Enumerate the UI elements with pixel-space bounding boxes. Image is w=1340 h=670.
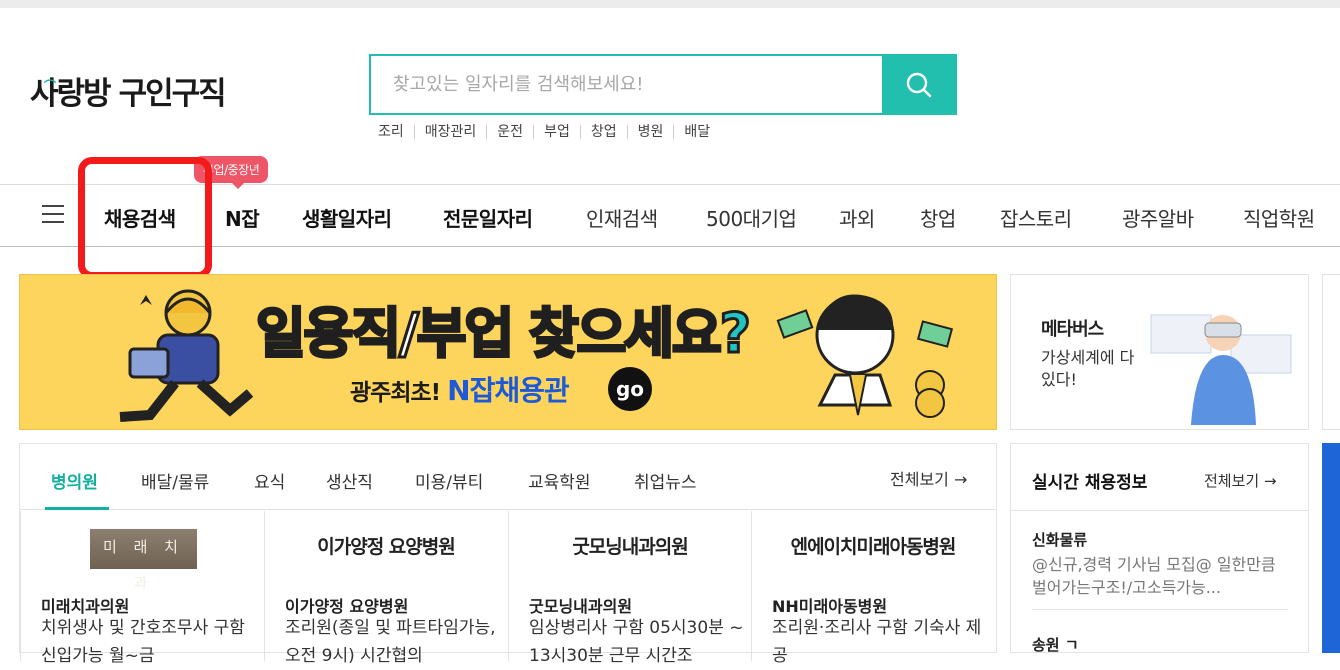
banner-title: 일용직/부업 찾으세요? — [254, 289, 752, 368]
card-desc: 임상병리사 구함 05시30분 ~ 13시30분 근무 시간조 — [529, 618, 744, 666]
card-logo: 굿모닝내과의원 — [572, 536, 688, 558]
search-icon — [906, 72, 931, 97]
card-desc: 치위생사 및 간호조무사 구함 신입가능 월~금 — [41, 618, 245, 666]
realtime-company[interactable]: 송원 ㄱ — [1032, 634, 1079, 655]
tab-production[interactable]: 생산직 — [326, 468, 373, 493]
quick-link[interactable]: 병원 — [626, 125, 674, 139]
view-all-link[interactable]: 전체보기 → — [890, 466, 967, 490]
realtime-desc[interactable]: @신규,경력 기사님 모집@ 일한만큼 벌어가는구조!/고소득가능... — [1032, 553, 1292, 599]
main-banner[interactable]: 일용직/부업 찾으세요? 광주최초! N잡채용관 go — [19, 274, 997, 430]
right-edge-banner — [1322, 274, 1340, 430]
wifi-icon: ⌒ — [44, 79, 56, 93]
job-card[interactable]: 미 래 치 과 미래치과의원 치위생사 및 간호조무사 구함 신입가능 월~금 — [20, 511, 263, 666]
quick-link[interactable]: 부업 — [533, 125, 580, 139]
banner-sub-prefix: 광주최초! — [350, 380, 441, 406]
side-banner-desc: 가상세계에 다 있다! — [1041, 348, 1135, 389]
site-logo[interactable]: ⌒ 사랑방 구인구직 — [30, 58, 227, 114]
banner-title-part1: 일용직/부업 — [254, 301, 515, 367]
side-banner-metaverse[interactable]: 메타버스 가상세계에 다 있다! — [1010, 274, 1309, 430]
nav-item-gwangju-alba[interactable]: 광주알바 — [1122, 203, 1194, 232]
nav-item-job-story[interactable]: 잡스토리 — [1000, 203, 1072, 232]
logo-text-2: 구인구직 — [118, 76, 227, 112]
nav-item-pro-jobs[interactable]: 전문일자리 — [443, 203, 533, 232]
logo-text: ⌒ 사랑방 구인구직 — [30, 74, 227, 114]
divider — [1011, 510, 1308, 511]
nav-item-top500[interactable]: 500대기업 — [706, 203, 797, 232]
nav-item-life-jobs[interactable]: 생활일자리 — [302, 203, 392, 232]
quick-link[interactable]: 운전 — [486, 125, 533, 139]
realtime-title: 실시간 채용정보 — [1032, 473, 1148, 493]
divider — [1032, 609, 1288, 610]
nav-item-tutoring[interactable]: 과외 — [839, 203, 875, 232]
quick-link[interactable]: 배달 — [673, 125, 720, 139]
man-with-coins-illustration — [776, 294, 954, 418]
highlight-annotation — [78, 157, 212, 279]
banner-subtitle: 광주최초! N잡채용관 — [350, 369, 570, 409]
tab-news[interactable]: 취업뉴스 — [634, 468, 697, 493]
hamburger-menu-icon[interactable] — [42, 205, 64, 225]
realtime-view-all-link[interactable]: 전체보기 → — [1204, 470, 1277, 491]
tab-hospital[interactable]: 병의원 — [51, 468, 98, 493]
quick-link[interactable]: 창업 — [579, 125, 627, 139]
nav-item-talent-search[interactable]: 인재검색 — [586, 203, 658, 232]
realtime-jobs-panel: 실시간 채용정보 전체보기 → 신화물류 @신규,경력 기사님 모집@ 일한만큼… — [1010, 443, 1309, 655]
job-card[interactable]: 이가양정 요양병원 이가양정 요양병원 조리원(종일 및 파트타임가능, 오전 … — [264, 511, 507, 666]
category-panel: 병의원 배달/물류 요식 생산직 미용/뷰티 교육학원 취업뉴스 전체보기 → … — [19, 443, 997, 666]
nav-item-startup[interactable]: 창업 — [920, 203, 956, 232]
quick-search-links: 조리 매장관리 운전 부업 창업 병원 배달 — [376, 125, 720, 139]
card-desc: 조리원(종일 및 파트타임가능, 오전 9시) 시간협의 — [285, 618, 496, 666]
search-bar — [369, 54, 957, 115]
job-card[interactable]: 굿모닝내과의원 굿모닝내과의원 임상병리사 구함 05시30분 ~ 13시30분… — [508, 511, 751, 666]
quick-link[interactable]: 매장관리 — [413, 125, 487, 139]
go-button[interactable]: go — [608, 367, 652, 411]
card-logo: 이가양정 요양병원 — [317, 536, 455, 558]
side-banner-title: 메타버스 — [1041, 319, 1104, 340]
top-strip — [0, 0, 1340, 8]
tab-beauty[interactable]: 미용/뷰티 — [415, 468, 483, 493]
right-edge-banner — [1322, 443, 1340, 653]
card-logo: 미 래 치 과 — [90, 529, 197, 592]
nav-item-n-job[interactable]: N잡 — [225, 203, 260, 232]
quick-link[interactable]: 조리 — [376, 125, 414, 139]
tab-food[interactable]: 요식 — [254, 468, 285, 493]
category-tabs: 병의원 배달/물류 요식 생산직 미용/뷰티 교육학원 취업뉴스 전체보기 → — [20, 444, 996, 510]
tab-education[interactable]: 교육학원 — [528, 468, 591, 493]
search-input[interactable] — [371, 56, 882, 113]
nav-item-academy[interactable]: 직업학원 — [1243, 203, 1315, 232]
card-logo: 엔에이치미래아동병원 — [790, 536, 957, 558]
logo-text-1: 사랑방 — [30, 76, 112, 112]
job-card[interactable]: 엔에이치미래아동병원 NH미래아동병원 조리원·조리사 구함 기숙사 제공 — [751, 511, 994, 666]
tab-delivery[interactable]: 배달/물류 — [141, 468, 209, 493]
search-button[interactable] — [882, 56, 955, 113]
realtime-company[interactable]: 신화물류 — [1032, 529, 1087, 550]
banner-sub-highlight: N잡채용관 — [447, 374, 569, 407]
card-desc: 조리원·조리사 구함 기숙사 제공 — [772, 618, 982, 666]
vr-person-illustration — [1150, 314, 1292, 425]
active-tab-indicator — [45, 507, 109, 510]
banner-title-part2: 찾으세요? — [527, 301, 752, 367]
